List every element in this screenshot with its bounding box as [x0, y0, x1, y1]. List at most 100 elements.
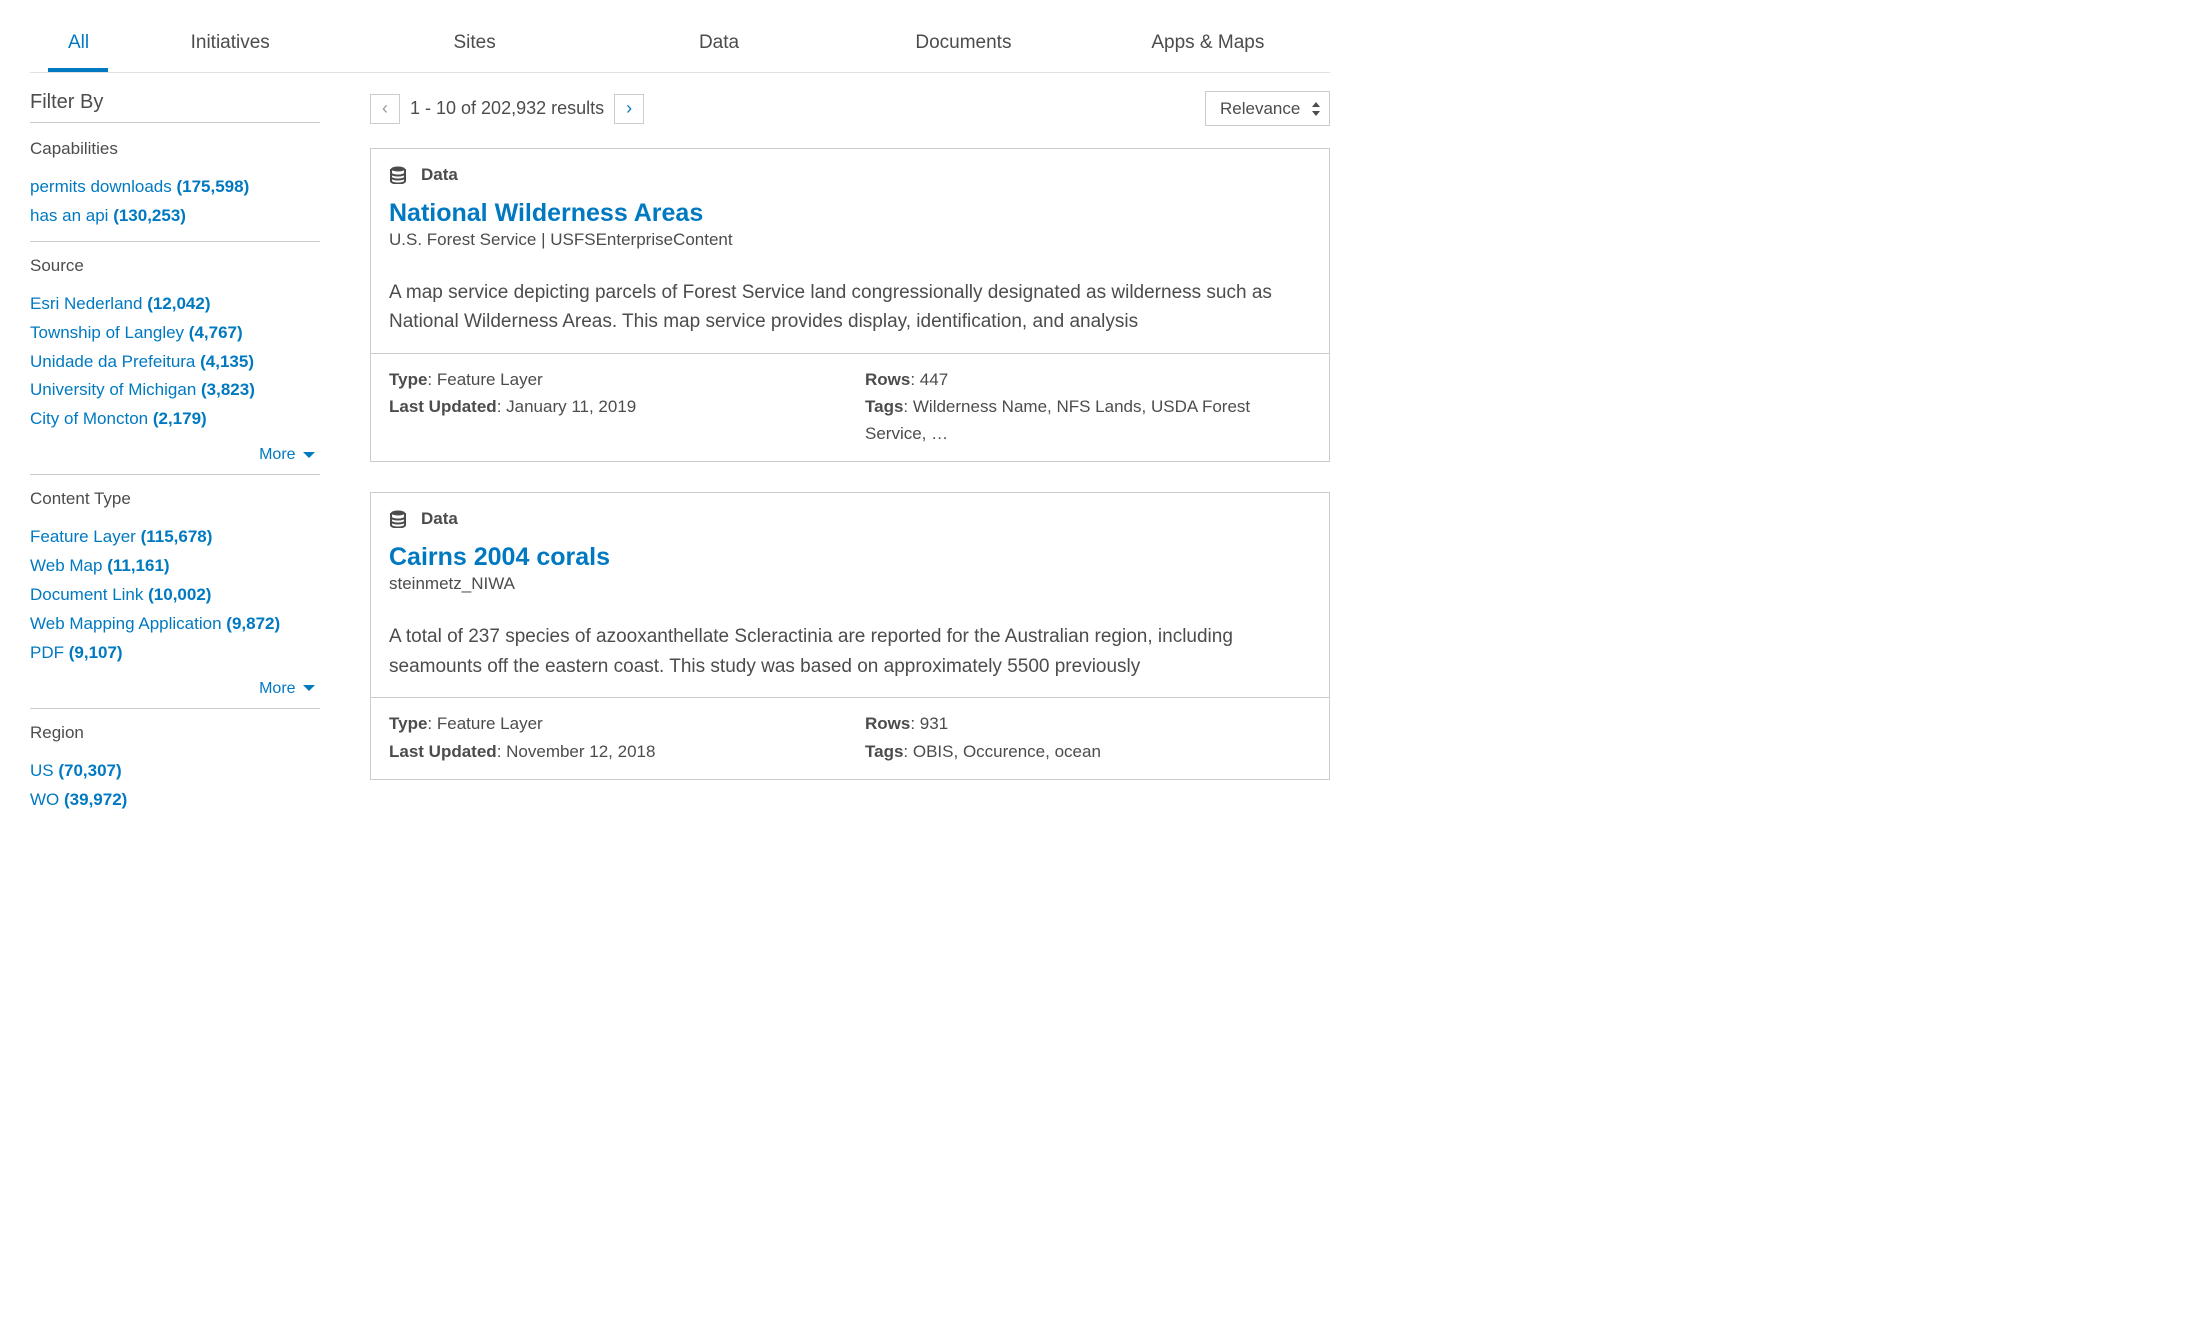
tabs-bar: All Initiatives Sites Data Documents App… — [30, 20, 1330, 73]
card-description: A total of 237 species of azooxanthellat… — [389, 622, 1311, 681]
filter-link-label: Esri Nederland — [30, 294, 142, 313]
filter-by-heading: Filter By — [30, 91, 320, 123]
filter-link-label: City of Moncton — [30, 409, 148, 428]
card-meta-tags: Tags: Wilderness Name, NFS Lands, USDA F… — [865, 393, 1311, 447]
filter-section-title: Source — [30, 256, 320, 276]
filter-section-title: Content Type — [30, 489, 320, 509]
next-page-button[interactable]: › — [614, 94, 644, 124]
filter-link-count: (4,135) — [200, 352, 254, 371]
filter-link-count: (10,002) — [148, 585, 211, 604]
filter-link[interactable]: Unidade da Prefeitura (4,135) — [30, 348, 320, 377]
meta-value: : 447 — [910, 370, 948, 389]
card-meta: Type: Feature Layer Last Updated: Novemb… — [371, 697, 1329, 778]
filter-link-count: (39,972) — [64, 790, 127, 809]
card-meta-updated: Last Updated: January 11, 2019 — [389, 393, 835, 420]
card-source: U.S. Forest Service | USFSEnterpriseCont… — [389, 230, 1311, 250]
sidebar: Filter By Capabilities permits downloads… — [30, 85, 320, 828]
more-label: More — [259, 680, 295, 697]
data-icon — [389, 510, 407, 528]
filter-link-label: Web Mapping Application — [30, 614, 222, 633]
filter-link-label: US — [30, 761, 54, 780]
filter-link[interactable]: US (70,307) — [30, 757, 320, 786]
card-title[interactable]: Cairns 2004 corals — [389, 543, 1311, 572]
filter-link-count: (12,042) — [147, 294, 210, 313]
meta-label: Last Updated — [389, 742, 497, 761]
meta-label: Tags — [865, 397, 903, 416]
result-card: Data Cairns 2004 corals steinmetz_NIWA A… — [370, 492, 1330, 779]
filter-link-label: WO — [30, 790, 59, 809]
meta-value: : Wilderness Name, NFS Lands, USDA Fores… — [865, 397, 1250, 443]
filter-link-label: Township of Langley — [30, 323, 184, 342]
filter-section-title: Region — [30, 723, 320, 743]
filter-link-count: (11,161) — [107, 556, 169, 575]
filter-link[interactable]: University of Michigan (3,823) — [30, 376, 320, 405]
chevron-down-icon — [300, 680, 316, 697]
filter-link[interactable]: permits downloads (175,598) — [30, 173, 320, 202]
filter-link-count: (175,598) — [176, 177, 249, 196]
tab-apps-maps[interactable]: Apps & Maps — [1086, 20, 1330, 72]
filter-link-label: permits downloads — [30, 177, 172, 196]
results-count: 1 - 10 of 202,932 results — [410, 98, 604, 119]
filter-link[interactable]: Esri Nederland (12,042) — [30, 290, 320, 319]
filter-section-content-type: Content Type Feature Layer (115,678) Web… — [30, 489, 320, 708]
filter-link-count: (3,823) — [201, 380, 255, 399]
filter-link[interactable]: Document Link (10,002) — [30, 581, 320, 610]
prev-page-button[interactable]: ‹ — [370, 94, 400, 124]
card-meta: Type: Feature Layer Last Updated: Januar… — [371, 353, 1329, 462]
tab-documents[interactable]: Documents — [841, 20, 1085, 72]
meta-label: Type — [389, 714, 427, 733]
filter-link-label: Unidade da Prefeitura — [30, 352, 195, 371]
meta-value: : January 11, 2019 — [497, 397, 637, 416]
filter-link-label: Document Link — [30, 585, 143, 604]
card-meta-rows: Rows: 931 — [865, 710, 1311, 737]
card-meta-type: Type: Feature Layer — [389, 710, 835, 737]
filter-link-count: (130,253) — [113, 206, 186, 225]
tab-all[interactable]: All — [48, 20, 108, 72]
card-meta-tags: Tags: OBIS, Occurence, ocean — [865, 738, 1311, 765]
sort-select[interactable]: Relevance — [1205, 91, 1330, 126]
meta-value: : Feature Layer — [427, 370, 542, 389]
filter-link-label: has an api — [30, 206, 108, 225]
results-header: ‹ 1 - 10 of 202,932 results › Relevance — [370, 91, 1330, 126]
card-type-label: Data — [421, 165, 458, 185]
filter-section-source: Source Esri Nederland (12,042) Township … — [30, 256, 320, 475]
meta-value: : 931 — [910, 714, 948, 733]
filter-link-count: (2,179) — [153, 409, 207, 428]
card-meta-rows: Rows: 447 — [865, 366, 1311, 393]
filter-link-label: Feature Layer — [30, 527, 136, 546]
filter-link-count: (115,678) — [141, 527, 213, 546]
filter-link-count: (70,307) — [58, 761, 121, 780]
filter-link-count: (9,107) — [69, 643, 123, 662]
filter-link[interactable]: WO (39,972) — [30, 786, 320, 815]
tab-sites[interactable]: Sites — [352, 20, 596, 72]
filter-link[interactable]: has an api (130,253) — [30, 202, 320, 231]
card-source: steinmetz_NIWA — [389, 574, 1311, 594]
card-meta-updated: Last Updated: November 12, 2018 — [389, 738, 835, 765]
filter-section-region: Region US (70,307) WO (39,972) — [30, 723, 320, 815]
main-content: ‹ 1 - 10 of 202,932 results › Relevance — [370, 85, 1330, 828]
filter-link-label: Web Map — [30, 556, 102, 575]
card-title[interactable]: National Wilderness Areas — [389, 199, 1311, 228]
filter-link[interactable]: City of Moncton (2,179) — [30, 405, 320, 434]
card-meta-type: Type: Feature Layer — [389, 366, 835, 393]
chevron-down-icon — [300, 446, 316, 463]
meta-value: : OBIS, Occurence, ocean — [903, 742, 1100, 761]
meta-label: Type — [389, 370, 427, 389]
more-label: More — [259, 446, 295, 463]
filter-link[interactable]: Feature Layer (115,678) — [30, 523, 320, 552]
meta-value: : November 12, 2018 — [497, 742, 656, 761]
filter-link[interactable]: Web Map (11,161) — [30, 552, 320, 581]
filter-link-count: (4,767) — [189, 323, 243, 342]
filter-link[interactable]: PDF (9,107) — [30, 639, 320, 668]
tab-initiatives[interactable]: Initiatives — [108, 20, 352, 72]
meta-value: : Feature Layer — [427, 714, 542, 733]
data-icon — [389, 166, 407, 184]
result-card: Data National Wilderness Areas U.S. Fore… — [370, 148, 1330, 462]
more-link[interactable]: More — [30, 680, 320, 698]
more-link[interactable]: More — [30, 446, 320, 464]
tab-data[interactable]: Data — [597, 20, 841, 72]
filter-link[interactable]: Township of Langley (4,767) — [30, 319, 320, 348]
filter-link[interactable]: Web Mapping Application (9,872) — [30, 610, 320, 639]
filter-link-label: PDF — [30, 643, 64, 662]
filter-link-count: (9,872) — [226, 614, 280, 633]
